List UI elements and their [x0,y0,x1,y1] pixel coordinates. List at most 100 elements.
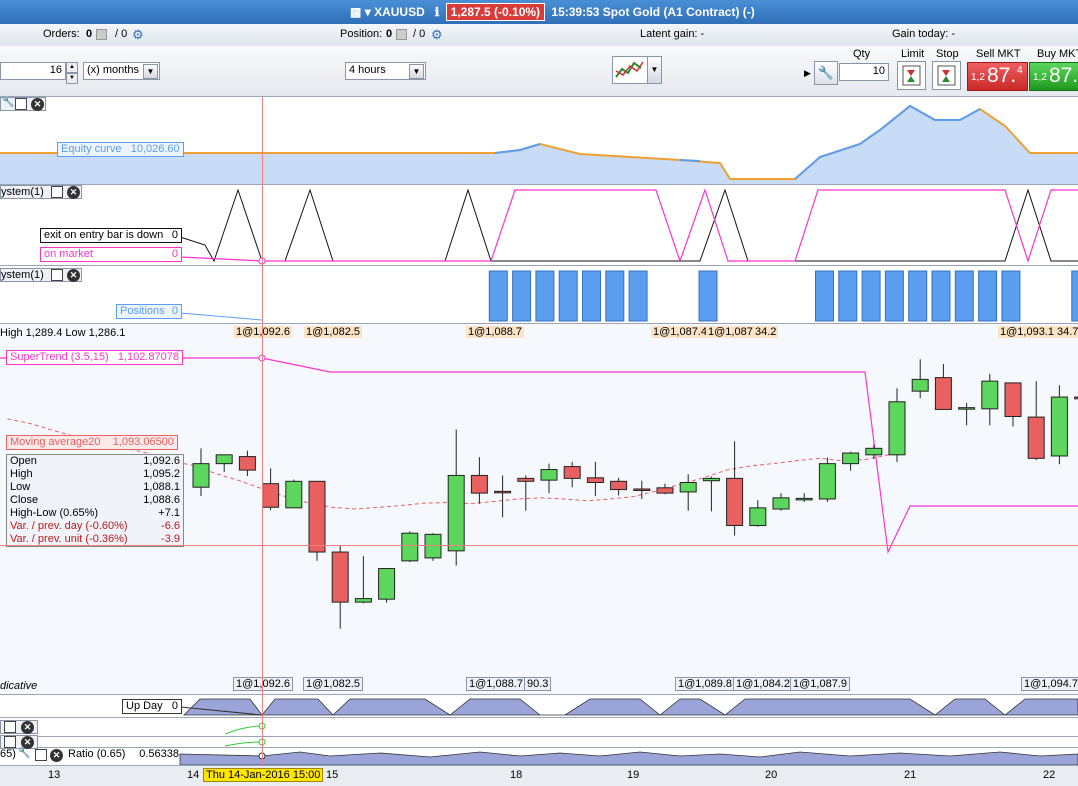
ratio-prefix: 65) [0,748,16,760]
orders-total: / 0 [115,28,128,40]
trade-tag[interactable]: 90.3 [524,677,552,691]
trade-tag[interactable]: 1@1,087.9 [790,677,850,691]
info-key: Open [10,455,37,467]
moving-average-legend[interactable]: Moving average20 1,093.06500 [6,435,178,450]
cancel-orders-icon[interactable] [96,29,107,40]
position-bar [535,270,555,322]
trade-tag[interactable]: 1@1,089.8 [675,677,735,691]
period-stepper[interactable]: ▲ ▼ [66,62,78,84]
sell-price-prefix: 1,2 [971,72,985,83]
position-bar [861,270,881,322]
upday-label: Up Day [126,700,163,712]
qty-input[interactable]: 10 [839,63,889,81]
trade-tag[interactable]: 1@1,087.4 [651,326,709,338]
info-key: Var. / prev. day (-0.60%) [10,520,128,532]
trade-tag[interactable]: 34.2 [753,326,779,338]
timeframe-select[interactable]: 4 hours ▼ [345,62,426,80]
wrench-icon[interactable]: 🔧 [814,61,838,85]
limit-order-button[interactable] [897,61,926,90]
equity-legend[interactable]: Equity curve 10,026.60 [57,142,184,157]
gear-icon[interactable]: ⚙ [132,27,144,43]
wrench-icon[interactable]: 🔧 [18,748,30,759]
chevron-down-icon[interactable]: ▼ [143,64,158,79]
candle-body [285,480,303,509]
period-input[interactable]: 16 [0,62,66,80]
trade-tag[interactable]: 1@1,092.6 [234,326,292,338]
system-panel-positions: ystem(1) ✕ Positions 0 [0,268,1078,324]
position-bar [884,270,904,322]
period-unit-select[interactable]: (x) months ▼ [83,62,160,80]
limit-label: Limit [901,48,925,60]
equity-panel: 🔧 ✕ Equity curve 10,026.60 [0,97,1078,185]
exit-legend[interactable]: exit on entry bar is down 0 [40,228,182,243]
candle-body [726,477,744,527]
trade-tag[interactable]: 1@1,084.2 [733,677,793,691]
date-tick: 22 [1043,769,1056,781]
trade-tag[interactable]: 1@1,082.5 [303,677,363,691]
trade-tag[interactable]: 1@1,092.6 [233,677,293,691]
trade-tag[interactable]: 1@1,088.7 [466,326,524,338]
candle-body [470,474,488,494]
candle-body [308,480,326,553]
market-legend-label: on market [44,248,93,260]
close-icon[interactable]: ✕ [50,749,63,762]
positions-legend-label: Positions [120,305,165,317]
expand-arrow-icon[interactable]: ▶ [804,68,811,79]
positions-legend[interactable]: Positions 0 [116,304,182,319]
candle-body [1027,416,1045,459]
buy-market-button[interactable]: 1,2 87. [1029,62,1078,91]
gain-today: Gain today: - [892,28,955,40]
candle-body [354,598,372,603]
trade-tag[interactable]: 1@1,094.7 [1021,677,1078,691]
market-legend[interactable]: on market 0 [40,247,182,262]
sell-market-button[interactable]: 1,2 87. 4 [967,62,1028,91]
window-icon[interactable]: ▩ [350,5,361,19]
close-position-icon[interactable] [396,29,407,40]
candle-body [238,456,256,471]
candle-body [331,551,349,603]
maximize-icon[interactable] [35,749,47,761]
upday-legend[interactable]: Up Day 0 [122,699,182,714]
position-bar [512,270,532,322]
trade-tag[interactable]: 1@1,093.1 [998,326,1056,338]
price-panel: High 1,289.4 Low 1,286.1 SuperTrend (3.5… [0,324,1078,695]
info-key: High-Low (0.65%) [10,507,99,519]
qty-label: Qty [853,48,871,60]
chart-type-button[interactable] [612,56,648,84]
candle-body [192,463,210,488]
positions-legend-value: 0 [171,305,178,317]
candle-body [1050,396,1068,457]
cursor-h-line [0,545,1078,546]
chart-indicator-icon [615,61,644,78]
position-bar [582,270,601,322]
stop-order-icon [937,65,956,86]
candle-body [679,482,697,493]
trade-tag[interactable]: 1@1,082.5 [304,326,362,338]
market-legend-value: 0 [171,248,178,260]
indicator-panel-3: ✕ [0,735,1078,749]
candle-body [610,480,628,491]
indicator-chart-2 [224,722,266,735]
system-panel-signals: ystem(1) ✕ exit on entry bar is down 0 o… [0,185,1078,266]
info-icon[interactable]: ℹ [435,5,440,19]
buy-price-prefix: 1,2 [1033,72,1047,83]
supertrend-legend[interactable]: SuperTrend (3.5,15) 1,102.87078 [6,350,183,365]
symbol-label[interactable]: XAUUSD [374,5,425,19]
chevron-down-icon[interactable]: ▼ [409,64,424,79]
trade-tag[interactable]: 34.7 [1055,326,1078,338]
position-bar [605,270,625,322]
info-row: Var. / prev. day (-0.60%) -6.6 [7,520,183,533]
info-row: Open 1,092.6 [7,455,183,468]
ratio-legend[interactable]: Ratio (0.65) 0.56338 [65,748,182,763]
trade-tag[interactable]: 1@1,088.7 [466,677,526,691]
info-key: Close [10,494,39,506]
exit-signal-line [179,188,1078,263]
info-value: -6.6 [161,520,180,532]
chevron-down-icon[interactable]: ▼ [647,56,662,84]
position-total: / 0 [413,28,426,40]
gear-icon[interactable]: ⚙ [431,27,443,43]
position-bar [1001,270,1021,322]
chevron-down-icon[interactable]: ▾ [365,5,371,19]
info-value: 1,092.6 [143,455,180,467]
stop-order-button[interactable] [932,61,961,90]
